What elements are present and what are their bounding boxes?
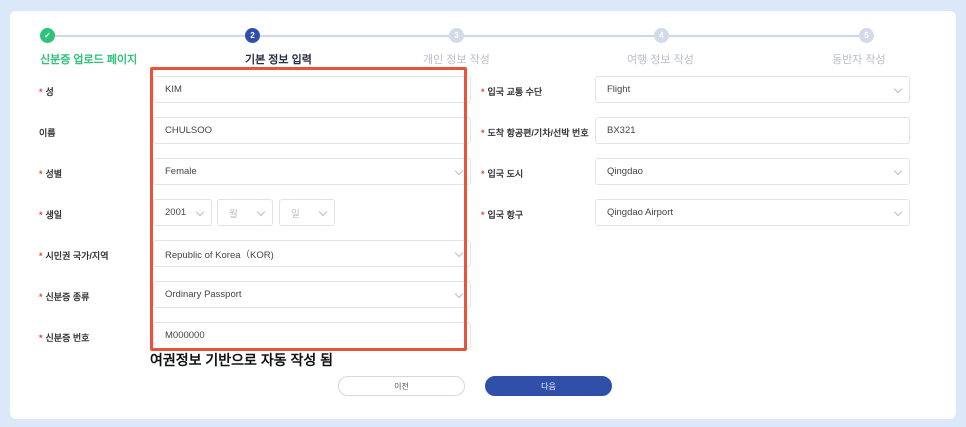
next-button[interactable]: 다음 [485, 376, 612, 396]
step-5-indicator: 5 [859, 28, 874, 43]
nationality-label: * 시민권 국가/지역 [39, 251, 109, 261]
entry-city-select[interactable]: Qingdao [595, 158, 910, 185]
step-connector [47, 35, 253, 37]
step-2-label: 기본 정보 입력 [245, 54, 312, 66]
chevron-down-icon [893, 84, 903, 94]
step-1-check-icon: ✓ [40, 28, 55, 43]
step-1-label: 신분증 업로드 페이지 [40, 54, 138, 66]
flight-no-label: * 도착 항공편/기차/선박 번호 [481, 128, 589, 138]
entry-city-label: * 입국 도시 [481, 169, 524, 179]
transport-label: * 입국 교통 수단 [481, 87, 543, 97]
given-name-label: 이름 [39, 128, 56, 138]
id-number-label: * 신분증 번호 [39, 333, 90, 343]
entry-port-select[interactable]: Qingdao Airport [595, 199, 910, 226]
step-connector [260, 35, 456, 37]
prev-button[interactable]: 이전 [338, 376, 465, 396]
chevron-down-icon [893, 207, 903, 217]
step-connector [464, 35, 660, 37]
autofill-annotation: 여권정보 기반으로 자동 작성 됨 [150, 352, 333, 368]
autofill-highlight-box [150, 67, 467, 351]
step-4-label: 여행 정보 작성 [627, 54, 694, 66]
birthday-label: * 생일 [39, 210, 63, 220]
transport-select[interactable]: Flight [595, 76, 910, 103]
entry-port-label: * 입국 항구 [481, 210, 524, 220]
id-type-label: * 신분증 종류 [39, 292, 90, 302]
step-5-label: 동반자 작성 [832, 54, 886, 66]
chevron-down-icon [893, 166, 903, 176]
step-4-indicator: 4 [654, 28, 669, 43]
step-3-label: 개인 정보 작성 [423, 54, 490, 66]
step-2-indicator: 2 [245, 28, 260, 43]
step-3-indicator: 3 [449, 28, 464, 43]
flight-no-input[interactable]: BX321 [595, 117, 910, 144]
surname-label: * 성 [39, 87, 54, 97]
gender-label: * 성별 [39, 169, 63, 179]
step-connector [669, 35, 867, 37]
